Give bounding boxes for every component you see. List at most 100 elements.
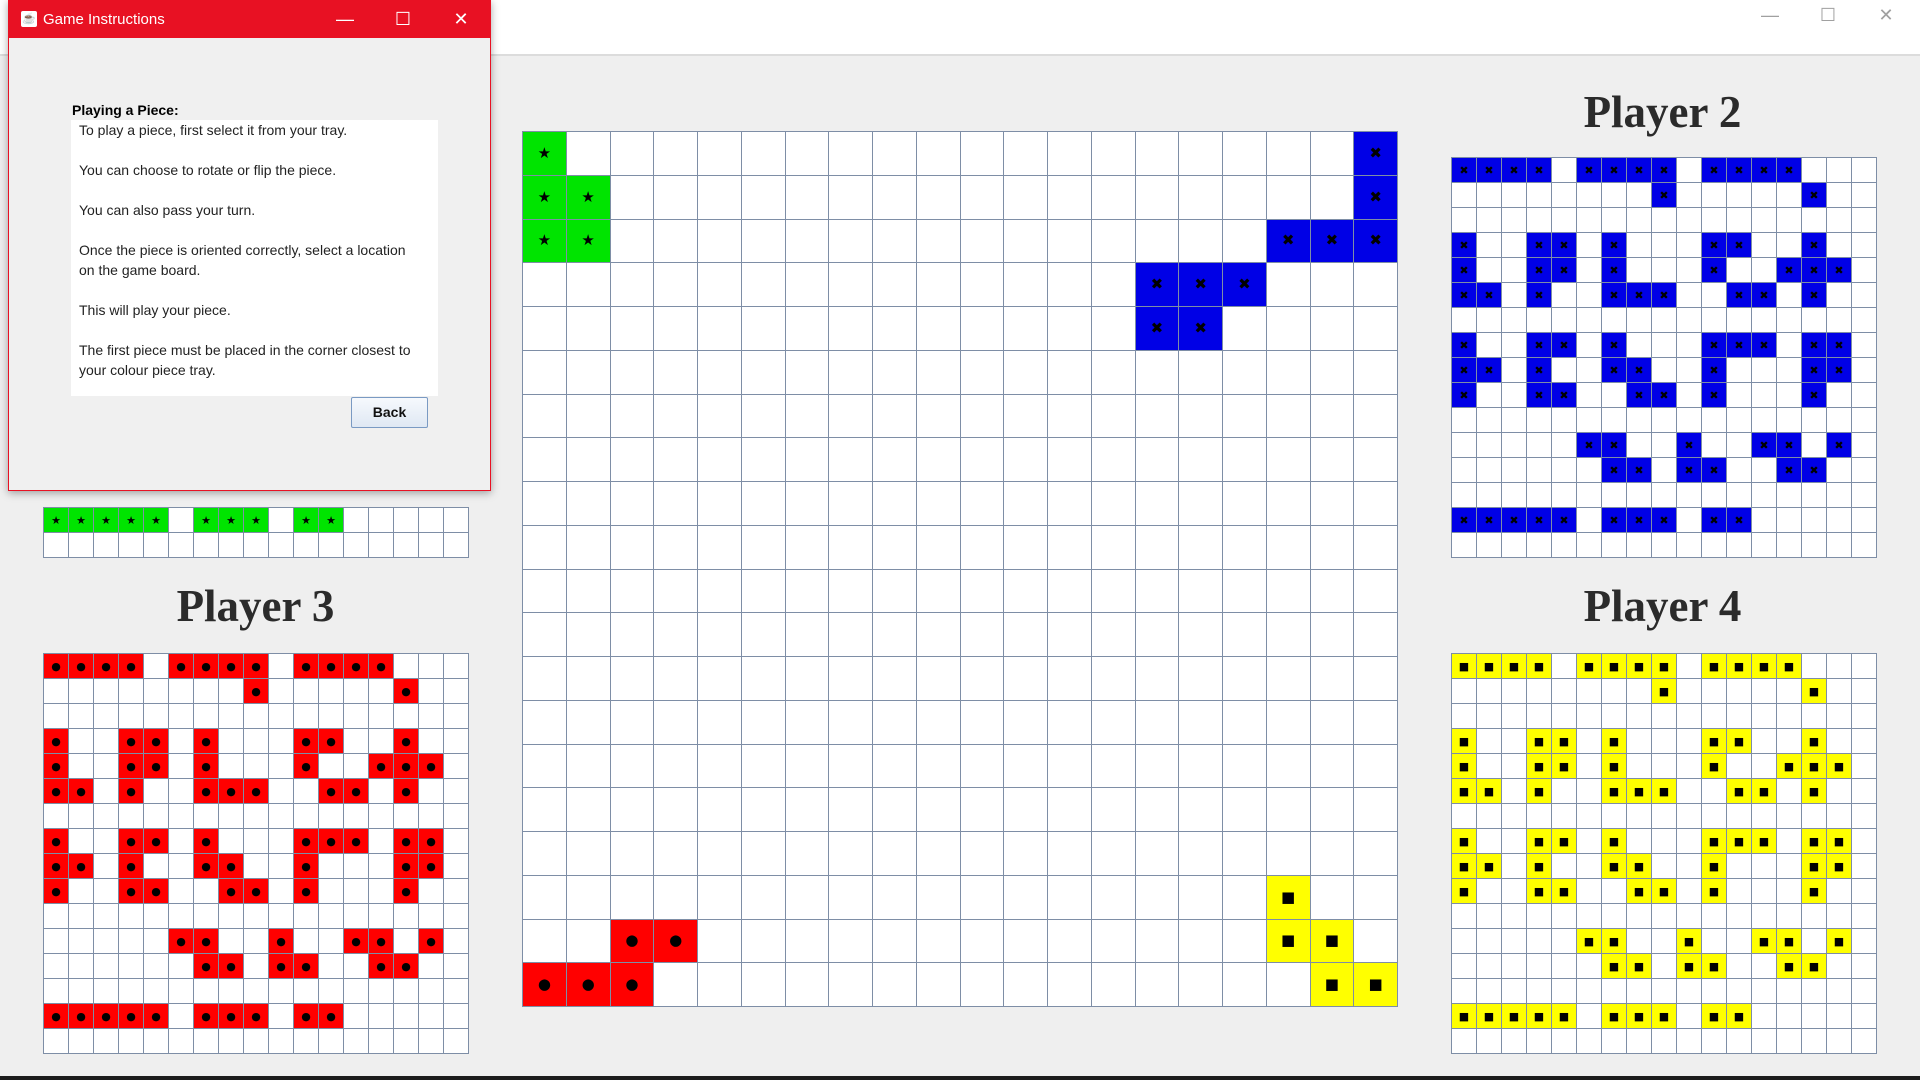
- board-piece-cell[interactable]: ✖: [1179, 307, 1223, 351]
- tray-piece-cell[interactable]: ●: [44, 1004, 69, 1029]
- tray-cell[interactable]: [1452, 904, 1477, 929]
- board-cell[interactable]: [1135, 700, 1180, 745]
- tray-piece-cell[interactable]: ✖: [1452, 333, 1477, 358]
- tray-cell[interactable]: [344, 904, 369, 929]
- tray-cell[interactable]: [1677, 333, 1702, 358]
- board-cell[interactable]: [1179, 569, 1223, 614]
- tray-cell[interactable]: [1702, 408, 1727, 433]
- board-cell[interactable]: [1354, 350, 1398, 395]
- tray-cell[interactable]: [1727, 208, 1752, 233]
- board-cell[interactable]: [1310, 525, 1355, 570]
- tray-cell[interactable]: [244, 1029, 269, 1054]
- tray-cell[interactable]: [1777, 283, 1802, 308]
- tray-cell[interactable]: [1677, 1004, 1702, 1029]
- tray-cell[interactable]: [1577, 729, 1602, 754]
- tray-cell[interactable]: [1852, 458, 1877, 483]
- tray-piece-cell[interactable]: ✖: [1552, 258, 1577, 283]
- tray-cell[interactable]: [1627, 929, 1652, 954]
- tray-cell[interactable]: [194, 979, 219, 1004]
- tray-cell[interactable]: [269, 1029, 294, 1054]
- board-cell[interactable]: [873, 438, 917, 482]
- board-cell[interactable]: [916, 525, 961, 570]
- board-cell[interactable]: [566, 875, 611, 920]
- tray-cell[interactable]: [169, 979, 194, 1004]
- tray-cell[interactable]: [1602, 704, 1627, 729]
- tray-piece-cell[interactable]: ✖: [1452, 508, 1477, 533]
- board-cell[interactable]: [1223, 350, 1267, 395]
- tray-cell[interactable]: [1852, 954, 1877, 979]
- tray-piece-cell[interactable]: ■: [1502, 654, 1527, 679]
- tray-cell[interactable]: [1552, 158, 1577, 183]
- board-cell[interactable]: [1266, 394, 1311, 439]
- tray-piece-cell[interactable]: ■: [1552, 1004, 1577, 1029]
- tray-piece-cell[interactable]: ●: [369, 954, 394, 979]
- tray-cell[interactable]: [344, 954, 369, 979]
- tray-cell[interactable]: [1802, 508, 1827, 533]
- tray-cell[interactable]: [1602, 208, 1627, 233]
- tray-piece-cell[interactable]: ●: [44, 779, 69, 804]
- board-cell[interactable]: [1091, 875, 1136, 920]
- tray-cell[interactable]: [1827, 979, 1852, 1004]
- board-cell[interactable]: [1048, 219, 1092, 264]
- tray-cell[interactable]: [1527, 308, 1552, 333]
- tray-piece-cell[interactable]: ✖: [1802, 283, 1827, 308]
- tray-cell[interactable]: [44, 1029, 69, 1054]
- board-cell[interactable]: [1048, 832, 1092, 876]
- tray-cell[interactable]: [1727, 679, 1752, 704]
- tray-piece-cell[interactable]: ✖: [1452, 233, 1477, 258]
- board-cell[interactable]: [1266, 569, 1311, 614]
- tray-cell[interactable]: [1627, 533, 1652, 558]
- tray-cell[interactable]: [1627, 483, 1652, 508]
- tray-cell[interactable]: [1552, 408, 1577, 433]
- board-cell[interactable]: [1223, 700, 1267, 745]
- board-cell[interactable]: [566, 919, 611, 964]
- board-cell[interactable]: [1004, 307, 1048, 351]
- board-cell[interactable]: [1310, 788, 1355, 832]
- board-cell[interactable]: [654, 132, 698, 176]
- player-3-tray[interactable]: ● ● ● ● ● ● ● ● ● ● ● ● ● ● ● ● ● ● ● ● ● ● ● ● ● ● ● ● ● ● ● ● ● ● ● ● ● ● ● ●…: [43, 653, 469, 1054]
- board-cell[interactable]: [1091, 132, 1136, 176]
- tray-cell[interactable]: [94, 729, 119, 754]
- tray-cell[interactable]: [194, 533, 219, 558]
- tray-cell[interactable]: [1627, 979, 1652, 1004]
- tray-cell[interactable]: [1577, 1004, 1602, 1029]
- tray-cell[interactable]: [1702, 308, 1727, 333]
- board-cell[interactable]: [566, 657, 611, 701]
- board-cell[interactable]: [1266, 788, 1311, 832]
- tray-cell[interactable]: [1577, 533, 1602, 558]
- board-cell[interactable]: [1266, 657, 1311, 701]
- board-cell[interactable]: [873, 657, 917, 701]
- tray-cell[interactable]: [1652, 904, 1677, 929]
- tray-cell[interactable]: [1852, 929, 1877, 954]
- tray-piece-cell[interactable]: ●: [119, 779, 144, 804]
- tray-cell[interactable]: [294, 904, 319, 929]
- board-cell[interactable]: [960, 394, 1005, 439]
- board-cell[interactable]: [916, 788, 961, 832]
- tray-cell[interactable]: [1552, 483, 1577, 508]
- tray-cell[interactable]: [1502, 383, 1527, 408]
- tray-cell[interactable]: [1802, 704, 1827, 729]
- tray-cell[interactable]: [1477, 208, 1502, 233]
- tray-piece-cell[interactable]: ●: [119, 729, 144, 754]
- tray-cell[interactable]: [1527, 533, 1552, 558]
- tray-cell[interactable]: [1827, 183, 1852, 208]
- tray-cell[interactable]: [1552, 854, 1577, 879]
- board-cell[interactable]: [916, 613, 961, 657]
- tray-piece-cell[interactable]: ■: [1577, 929, 1602, 954]
- tray-cell[interactable]: [1702, 804, 1727, 829]
- tray-cell[interactable]: [1852, 383, 1877, 408]
- board-cell[interactable]: [873, 875, 917, 920]
- tray-piece-cell[interactable]: ●: [319, 779, 344, 804]
- board-cell[interactable]: [523, 657, 567, 701]
- tray-piece-cell[interactable]: ●: [419, 929, 444, 954]
- tray-cell[interactable]: [1827, 1029, 1852, 1054]
- board-cell[interactable]: [1091, 744, 1136, 789]
- tray-cell[interactable]: [1702, 1029, 1727, 1054]
- board-cell[interactable]: [523, 875, 567, 920]
- board-cell[interactable]: [566, 525, 611, 570]
- board-cell[interactable]: [1266, 613, 1311, 657]
- tray-cell[interactable]: [1727, 879, 1752, 904]
- board-cell[interactable]: [1266, 700, 1311, 745]
- board-cell[interactable]: [610, 132, 655, 176]
- board-cell[interactable]: [698, 307, 742, 351]
